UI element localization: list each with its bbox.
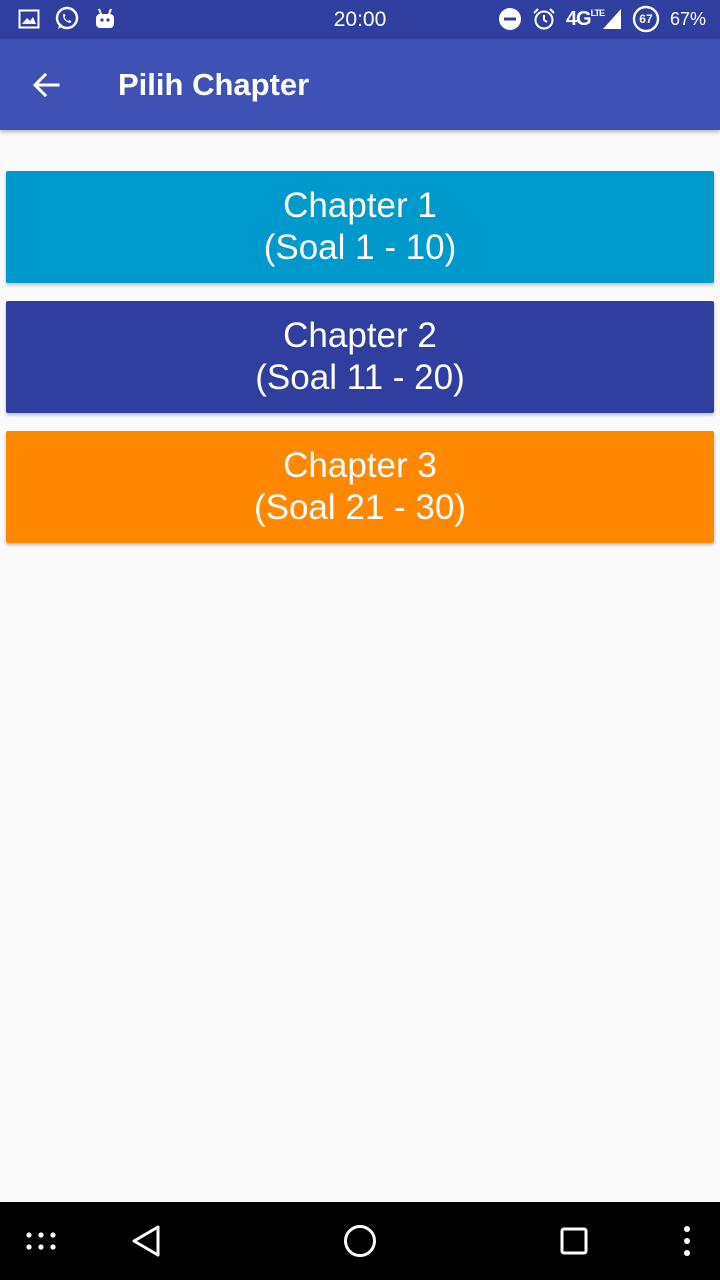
chapter-2-button[interactable]: Chapter 2 (Soal 11 - 20) <box>6 301 714 413</box>
chapter-list: Chapter 1 (Soal 1 - 10) Chapter 2 (Soal … <box>6 171 714 561</box>
home-circle-icon <box>343 1224 377 1258</box>
more-vert-icon <box>683 1225 691 1257</box>
nav-home-button[interactable] <box>332 1202 388 1280</box>
battery-badge: 67 <box>639 12 653 26</box>
app-bar: Pilih Chapter <box>0 39 720 130</box>
chapter-title: Chapter 1 <box>283 186 437 225</box>
chapter-title: Chapter 2 <box>283 316 437 355</box>
nav-recents-button[interactable] <box>546 1202 602 1280</box>
chapter-1-button[interactable]: Chapter 1 (Soal 1 - 10) <box>6 171 714 283</box>
chapter-range: (Soal 1 - 10) <box>263 228 457 267</box>
status-system-icons: 4GLTE 67 67% <box>498 5 706 33</box>
page-title: Pilih Chapter <box>118 67 310 102</box>
signal-icon <box>602 8 622 30</box>
recents-square-icon <box>560 1227 588 1255</box>
battery-percent: 67% <box>669 8 706 29</box>
chapter-range: (Soal 21 - 30) <box>253 488 467 527</box>
status-bar: 20:00 4GLTE 67 67% <box>0 0 720 39</box>
chapter-range: (Soal 11 - 20) <box>255 358 465 397</box>
navigation-bar <box>0 1202 720 1280</box>
alarm-icon <box>532 7 556 31</box>
chapter-title: Chapter 3 <box>283 446 437 485</box>
app-grid-icon <box>25 1230 57 1252</box>
network-type: 4GLTE <box>565 7 605 30</box>
chapter-3-button[interactable]: Chapter 3 (Soal 21 - 30) <box>6 431 714 543</box>
app-grid-button[interactable] <box>18 1202 64 1280</box>
arrow-back-icon <box>32 71 60 99</box>
do-not-disturb-icon <box>498 7 522 31</box>
back-button[interactable] <box>22 61 70 109</box>
back-triangle-icon <box>130 1224 162 1258</box>
nav-more-button[interactable] <box>670 1202 704 1280</box>
nav-back-button[interactable] <box>118 1202 174 1280</box>
battery-icon: 67 <box>632 5 660 33</box>
